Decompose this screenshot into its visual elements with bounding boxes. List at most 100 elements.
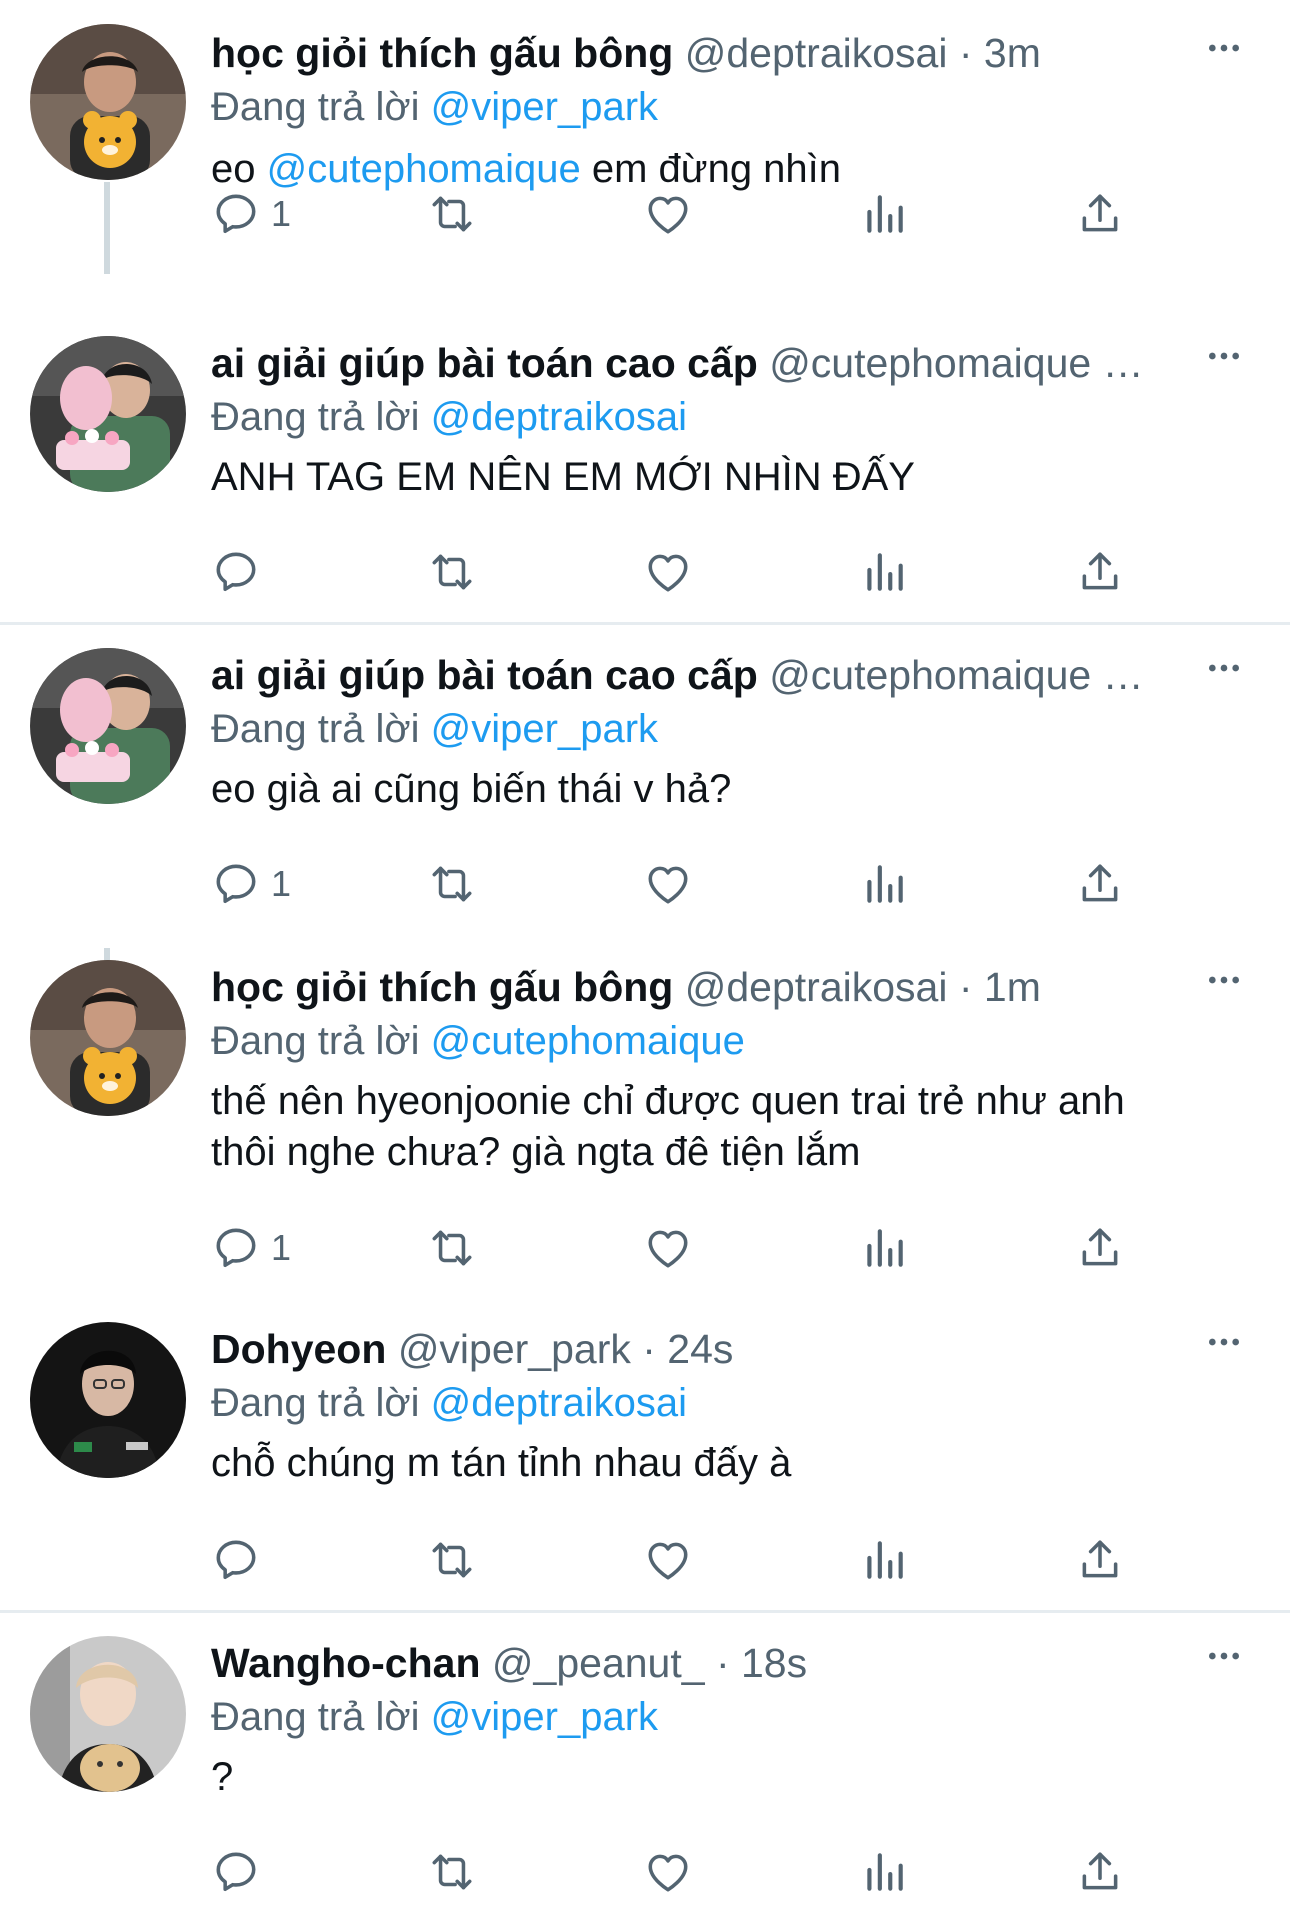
retweet-button[interactable]: [427, 184, 477, 244]
tweet[interactable]: học giỏi thích gấu bông @deptraikosai · …: [0, 0, 1290, 268]
timestamp[interactable]: · 3m: [947, 30, 1041, 76]
share-icon: [1075, 1535, 1125, 1585]
display-name[interactable]: Dohyeon: [211, 1326, 386, 1372]
display-name[interactable]: học giỏi thích gấu bông: [211, 30, 673, 76]
retweet-button[interactable]: [427, 1842, 477, 1902]
share-button[interactable]: [1075, 854, 1125, 914]
more-icon: [1204, 960, 1244, 1000]
views-button[interactable]: [859, 854, 909, 914]
heart-icon: [643, 1535, 693, 1585]
heart-icon: [643, 859, 693, 909]
views-button[interactable]: [859, 184, 909, 244]
tweet[interactable]: ai giải giúp bài toán cao cấp @cutephoma…: [0, 312, 1290, 612]
like-button[interactable]: [643, 542, 693, 602]
reply-count: 1: [271, 863, 292, 904]
reply-button[interactable]: [211, 1530, 271, 1590]
share-button[interactable]: [1075, 1530, 1125, 1590]
display-name[interactable]: ai giải giúp bài toán cao cấp: [211, 340, 758, 386]
views-icon: [859, 1535, 909, 1585]
username[interactable]: @deptraikosai: [685, 30, 948, 76]
like-button[interactable]: [643, 1842, 693, 1902]
retweet-icon: [427, 189, 477, 239]
avatar[interactable]: [30, 1322, 186, 1478]
avatar-image: [30, 648, 186, 804]
views-button[interactable]: [859, 542, 909, 602]
retweet-icon: [427, 547, 477, 597]
retweet-button[interactable]: [427, 854, 477, 914]
display-name[interactable]: Wangho-chan: [211, 1640, 481, 1686]
more-button[interactable]: [1204, 960, 1244, 1000]
heart-icon: [643, 1223, 693, 1273]
tweet[interactable]: Dohyeon @viper_park · 24s Đang trả lời @…: [0, 1298, 1290, 1604]
timestamp[interactable]: · 1m: [947, 964, 1041, 1010]
display-name[interactable]: học giỏi thích gấu bông: [211, 964, 673, 1010]
timestamp[interactable]: · 24s: [631, 1326, 733, 1372]
share-icon: [1075, 547, 1125, 597]
reply-to-link[interactable]: @deptraikosai: [431, 1381, 687, 1425]
reply-to-link[interactable]: @viper_park: [431, 1695, 658, 1739]
more-button[interactable]: [1204, 1636, 1244, 1676]
more-icon: [1204, 648, 1244, 688]
avatar[interactable]: [30, 24, 186, 180]
avatar[interactable]: [30, 1636, 186, 1792]
retweet-button[interactable]: [427, 542, 477, 602]
username[interactable]: @_peanut_: [492, 1640, 705, 1686]
avatar[interactable]: [30, 336, 186, 492]
retweet-icon: [427, 1223, 477, 1273]
reply-context: Đang trả lời @viper_park: [211, 80, 658, 134]
retweet-button[interactable]: [427, 1218, 477, 1278]
reply-button[interactable]: 1: [211, 1218, 291, 1278]
action-bar: 1: [0, 1218, 1290, 1278]
more-icon: [1204, 28, 1244, 68]
tweet-header: Wangho-chan @_peanut_ · 18s: [211, 1636, 1260, 1690]
more-icon: [1204, 1636, 1244, 1676]
avatar[interactable]: [30, 648, 186, 804]
username[interactable]: @cutephomaique …: [769, 340, 1143, 386]
like-button[interactable]: [643, 854, 693, 914]
username[interactable]: @viper_park: [398, 1326, 631, 1372]
views-button[interactable]: [859, 1842, 909, 1902]
tweet[interactable]: Wangho-chan @_peanut_ · 18s Đang trả lời…: [0, 1612, 1290, 1912]
tweet[interactable]: ai giải giúp bài toán cao cấp @cutephoma…: [0, 624, 1290, 936]
reply-icon: [211, 547, 261, 597]
tweet-text: eo già ai cũng biến thái v hả?: [211, 767, 732, 811]
tweet-text: ANH TAG EM NÊN EM MỚI NHÌN ĐẤY: [211, 455, 915, 499]
share-button[interactable]: [1075, 542, 1125, 602]
reply-button[interactable]: 1: [211, 854, 291, 914]
reply-to-link[interactable]: @deptraikosai: [431, 395, 687, 439]
avatar[interactable]: [30, 960, 186, 1116]
more-button[interactable]: [1204, 28, 1244, 68]
like-button[interactable]: [643, 1530, 693, 1590]
like-button[interactable]: [643, 184, 693, 244]
reply-to-link[interactable]: @viper_park: [431, 707, 658, 751]
reply-button[interactable]: [211, 542, 271, 602]
views-button[interactable]: [859, 1218, 909, 1278]
reply-button[interactable]: [211, 1842, 271, 1902]
reply-prefix: Đang trả lời: [211, 1695, 420, 1739]
views-icon: [859, 1847, 909, 1897]
views-button[interactable]: [859, 1530, 909, 1590]
share-button[interactable]: [1075, 1842, 1125, 1902]
share-icon: [1075, 1847, 1125, 1897]
views-icon: [859, 189, 909, 239]
more-button[interactable]: [1204, 648, 1244, 688]
share-icon: [1075, 189, 1125, 239]
timestamp[interactable]: · 18s: [705, 1640, 807, 1686]
retweet-button[interactable]: [427, 1530, 477, 1590]
reply-button[interactable]: 1: [211, 184, 291, 244]
username[interactable]: @cutephomaique …: [769, 652, 1143, 698]
more-button[interactable]: [1204, 1322, 1244, 1362]
more-button[interactable]: [1204, 336, 1244, 376]
tweet-text-line: thôi nghe chưa? già ngta đê tiện lắm: [211, 1130, 861, 1174]
action-bar: 1: [0, 184, 1290, 244]
display-name[interactable]: ai giải giúp bài toán cao cấp: [211, 652, 758, 698]
reply-to-link[interactable]: @cutephomaique: [431, 1019, 745, 1063]
username[interactable]: @deptraikosai: [685, 964, 948, 1010]
share-button[interactable]: [1075, 1218, 1125, 1278]
tweet[interactable]: học giỏi thích gấu bông @deptraikosai · …: [0, 936, 1290, 1296]
like-button[interactable]: [643, 1218, 693, 1278]
share-button[interactable]: [1075, 184, 1125, 244]
reply-context: Đang trả lời @viper_park: [211, 702, 658, 756]
retweet-icon: [427, 859, 477, 909]
reply-to-link[interactable]: @viper_park: [431, 85, 658, 129]
